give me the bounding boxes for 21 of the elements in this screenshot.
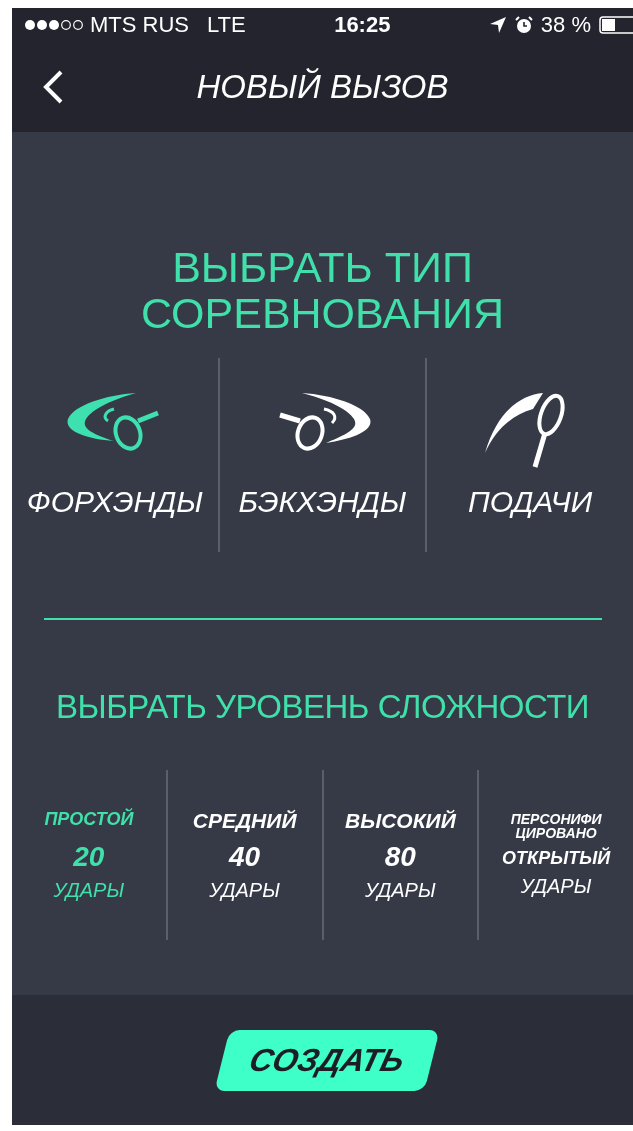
alarm-icon: [514, 16, 533, 34]
section-heading: ВЫБРАТЬ УРОВЕНЬ СЛОЖНОСТИ: [55, 688, 590, 726]
battery-percent: 38 %: [540, 12, 591, 38]
difficulty-option[interactable]: ПРОСТОЙ 20 УДАРЫ: [12, 770, 166, 940]
network-type: LTE: [207, 12, 246, 38]
back-button[interactable]: [42, 69, 64, 105]
section-heading: ВЫБРАТЬ ТИП СОРЕВНОВАНИЯ: [139, 244, 505, 336]
competition-type-option[interactable]: ПОДАЧИ: [427, 358, 633, 552]
back-icon: [42, 69, 64, 105]
location-icon: [488, 16, 507, 34]
difficulty-option[interactable]: ПЕРСОНИФИЦИРОВАНО ОТКРЫТЫЙ УДАРЫ: [479, 770, 633, 940]
signal-icon: [24, 18, 84, 32]
carrier-name: MTS RUS: [90, 12, 189, 38]
difficulty-option[interactable]: СРЕДНИЙ 40 УДАРЫ: [167, 770, 322, 940]
create-button[interactable]: СОЗДАТЬ: [214, 1029, 439, 1091]
difficulty-option[interactable]: ВЫСОКИЙ 80 УДАРЫ: [323, 770, 478, 940]
clock: 16:25: [334, 12, 391, 38]
battery-icon: [599, 16, 633, 34]
competition-type-option[interactable]: БЭКХЭНДЫ: [219, 358, 426, 552]
competition-type-option[interactable]: ФОРХЭНДЫ: [12, 358, 218, 552]
screen-title: НОВЫЙ ВЫЗОВ: [196, 68, 449, 106]
